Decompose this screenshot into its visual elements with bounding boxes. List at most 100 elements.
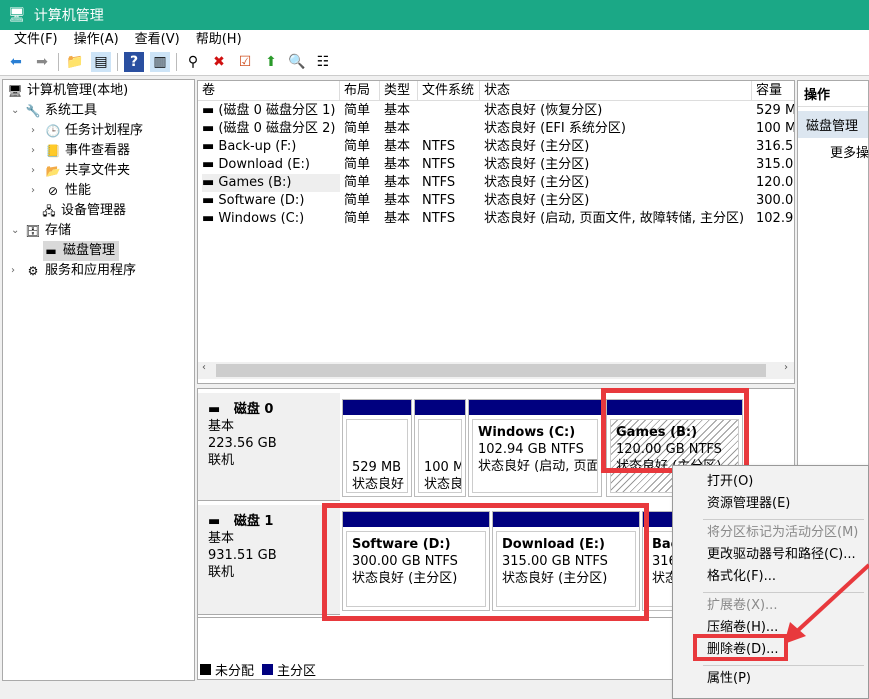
partition[interactable]: 529 MB 状态良好 bbox=[342, 399, 412, 497]
import-icon[interactable]: ⬆ bbox=[261, 52, 281, 72]
legend-primary: 主分区 bbox=[277, 664, 317, 679]
disk-0-label[interactable]: ▬ 磁盘 0 基本 223.56 GB 联机 bbox=[198, 393, 340, 501]
partition[interactable]: Windows (C:) 102.94 GB NTFS 状态良好 (启动, 页面 bbox=[468, 399, 602, 497]
legend: 未分配 主分区 bbox=[200, 660, 316, 679]
partition-size: 316. bbox=[652, 554, 677, 569]
table-row[interactable]: ▬ (磁盘 0 磁盘分区 2) 简单 基本 状态良好 (EFI 系统分区) 100 M bbox=[198, 120, 794, 138]
horizontal-scrollbar[interactable]: ‹ › bbox=[198, 362, 794, 379]
back-icon[interactable]: ⬅ bbox=[6, 52, 26, 72]
table-row[interactable]: ▬ Download (E:) 简单 基本 NTFS 状态良好 (主分区) 315.0 bbox=[198, 156, 794, 174]
help-icon[interactable]: ? bbox=[124, 52, 144, 72]
up-folder-icon[interactable]: 📁 bbox=[65, 52, 85, 72]
scrollbar-thumb[interactable] bbox=[216, 364, 766, 377]
chevron-right-icon[interactable]: › bbox=[31, 121, 41, 141]
search-icon[interactable]: 🔍 bbox=[287, 52, 307, 72]
table-row[interactable]: ▬ (磁盘 0 磁盘分区 1) 简单 基本 状态良好 (恢复分区) 529 M bbox=[198, 102, 795, 120]
chevron-right-icon[interactable]: › bbox=[31, 141, 41, 161]
chevron-right-icon[interactable]: › bbox=[31, 181, 41, 201]
table-cell: 102.9 bbox=[756, 211, 794, 226]
tree-item-system-tools[interactable]: ⌄ 🔧 系统工具 bbox=[11, 101, 97, 121]
chevron-down-icon[interactable]: ⌄ bbox=[11, 221, 21, 241]
partition-body: 529 MB 状态良好 bbox=[346, 419, 408, 493]
tree-item-device-manager[interactable]: 🖧 设备管理器 bbox=[41, 201, 126, 221]
connect-icon[interactable]: ⚲ bbox=[183, 52, 203, 72]
partition-size: 102.94 GB NTFS bbox=[478, 442, 584, 457]
toolbar: ⬅ ➡ 📁 ▤ ? ▥ ⚲ ✖ ☑ ⬆ 🔍 ☷ bbox=[0, 49, 869, 76]
table-cell: 529 M bbox=[756, 103, 795, 118]
show-hide-tree-icon[interactable]: ▤ bbox=[91, 52, 111, 72]
navigation-tree: 🖥 计算机管理(本地) ⌄ 🔧 系统工具 › 🕒 任务计划程序 › 📒 事件查看器 › 📂 共享文… bbox=[2, 79, 195, 681]
partition-name: Bac bbox=[652, 537, 678, 552]
list-icon[interactable]: ☷ bbox=[313, 52, 333, 72]
partition-status: 状态良 bbox=[424, 477, 462, 492]
chevron-down-icon[interactable]: ⌄ bbox=[11, 101, 21, 121]
partition-name bbox=[352, 442, 402, 459]
volume-name: ▬ Games (B:) bbox=[202, 174, 340, 192]
menu-item-shrink-volume[interactable]: 压缩卷(H)... bbox=[707, 617, 778, 639]
delete-icon[interactable]: ✖ bbox=[209, 52, 229, 72]
menu-view[interactable]: 查看(V) bbox=[127, 30, 188, 49]
shared-folder-icon: 📂 bbox=[45, 164, 61, 178]
column-header-volume[interactable]: 卷 bbox=[198, 81, 340, 101]
menu-action[interactable]: 操作(A) bbox=[66, 30, 127, 49]
column-header-filesystem[interactable]: 文件系统 bbox=[418, 81, 480, 101]
chevron-right-icon[interactable]: › bbox=[11, 261, 21, 281]
tree-item-shared-folders[interactable]: › 📂 共享文件夹 bbox=[31, 161, 130, 181]
table-cell: 状态良好 (主分区) bbox=[484, 139, 590, 154]
partition-name: Software (D:) bbox=[352, 537, 451, 552]
menu-file[interactable]: 文件(F) bbox=[6, 30, 66, 49]
tree-item-disk-management[interactable]: ▬ 磁盘管理 bbox=[43, 241, 120, 261]
partition-bar bbox=[343, 400, 411, 415]
column-header-layout[interactable]: 布局 bbox=[340, 81, 380, 101]
tree-item-performance[interactable]: › ⊘ 性能 bbox=[31, 181, 91, 201]
column-header-capacity[interactable]: 容量 bbox=[752, 81, 794, 101]
menu-item-explorer[interactable]: 资源管理器(E) bbox=[707, 493, 790, 515]
partition-size: 100 M bbox=[424, 460, 462, 475]
forward-icon[interactable]: ➡ bbox=[32, 52, 52, 72]
device-manager-icon: 🖧 bbox=[42, 204, 56, 218]
app-icon: 🖥 bbox=[8, 7, 26, 23]
menu-item-delete-volume[interactable]: 删除卷(D)... bbox=[707, 639, 779, 661]
tree-item-services[interactable]: › ⚙ 服务和应用程序 bbox=[11, 261, 136, 281]
tree-item-task-scheduler[interactable]: › 🕒 任务计划程序 bbox=[31, 121, 143, 141]
table-row[interactable]: ▬ Back-up (F:) 简单 基本 NTFS 状态良好 (主分区) 316.5 bbox=[198, 138, 794, 156]
show-hide-action-icon[interactable]: ▥ bbox=[150, 52, 170, 72]
tree-root[interactable]: 🖥 计算机管理(本地) bbox=[7, 81, 128, 101]
table-row[interactable]: ▬ Software (D:) 简单 基本 NTFS 状态良好 (主分区) 300.0 bbox=[198, 192, 794, 210]
menu-item-open[interactable]: 打开(O) bbox=[707, 471, 753, 493]
tree-item-storage[interactable]: ⌄ 🗄 存储 bbox=[11, 221, 71, 241]
column-header-status[interactable]: 状态 bbox=[480, 81, 752, 101]
table-cell: 300.0 bbox=[756, 193, 794, 208]
table-row[interactable]: ▬ Games (B:) 简单 基本 NTFS 状态良好 (主分区) 120.0 bbox=[198, 174, 794, 192]
menu-item-properties[interactable]: 属性(P) bbox=[707, 668, 751, 690]
partition-size: 300.00 GB NTFS bbox=[352, 554, 458, 569]
disk-1-label[interactable]: ▬ 磁盘 1 基本 931.51 GB 联机 bbox=[198, 505, 340, 615]
scroll-right-icon[interactable]: › bbox=[784, 362, 788, 373]
menu-item-format[interactable]: 格式化(F)... bbox=[707, 566, 776, 588]
more-actions-link[interactable]: 更多操 bbox=[798, 138, 869, 161]
partition-name: Games (B:) bbox=[616, 425, 698, 440]
table-cell: 基本 bbox=[384, 211, 411, 226]
tree-item-event-viewer[interactable]: › 📒 事件查看器 bbox=[31, 141, 130, 161]
partition[interactable]: Software (D:) 300.00 GB NTFS 状态良好 (主分区) bbox=[342, 511, 490, 611]
volume-name: ▬ Back-up (F:) bbox=[202, 139, 297, 154]
chevron-right-icon[interactable]: › bbox=[31, 161, 41, 181]
partition[interactable]: 100 M 状态良 bbox=[414, 399, 466, 497]
volume-name: ▬ Software (D:) bbox=[202, 193, 305, 208]
column-header-type[interactable]: 类型 bbox=[380, 81, 418, 101]
table-row[interactable]: ▬ Windows (C:) 简单 基本 NTFS 状态良好 (启动, 页面文件, 故障… bbox=[198, 210, 794, 228]
window-title: 计算机管理 bbox=[33, 8, 104, 24]
menu-help[interactable]: 帮助(H) bbox=[188, 30, 250, 49]
computer-icon: 🖥 bbox=[7, 84, 23, 98]
scroll-left-icon[interactable]: ‹ bbox=[202, 362, 206, 373]
partition[interactable]: Download (E:) 315.00 GB NTFS 状态良好 (主分区) bbox=[492, 511, 640, 611]
partition-status: 状态良好 bbox=[352, 477, 405, 492]
table-cell: 状态良好 (启动, 页面文件, 故障转储, 主分区) bbox=[484, 211, 745, 226]
volume-name: ▬ Windows (C:) bbox=[202, 211, 305, 226]
partition-name: Download (E:) bbox=[502, 537, 605, 552]
properties-icon[interactable]: ☑ bbox=[235, 52, 255, 72]
menu-bar: 文件(F) 操作(A) 查看(V) 帮助(H) bbox=[0, 30, 869, 49]
disk-icon: ▬ bbox=[208, 402, 221, 417]
actions-section-disk-management[interactable]: 磁盘管理 bbox=[798, 111, 868, 138]
event-log-icon: 📒 bbox=[45, 144, 61, 158]
